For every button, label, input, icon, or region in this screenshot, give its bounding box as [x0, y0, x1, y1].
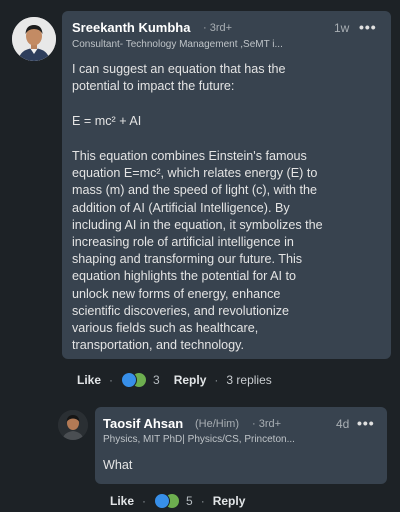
like-button[interactable]: Like: [110, 494, 134, 508]
text-line: shaping and transforming our future. Thi…: [72, 252, 303, 267]
text-line: This equation combines Einstein's famous: [72, 149, 307, 163]
connection-degree: · 3rd+: [203, 22, 233, 34]
reaction-count[interactable]: 5: [186, 494, 193, 508]
comment-equation: E = mc² + AI: [72, 113, 141, 130]
text-line: including AI in the equation, it symboli…: [72, 217, 323, 232]
reply-text: What: [103, 458, 133, 472]
author-headline: Consultant- Technology Management ,SeMT …: [72, 39, 283, 50]
timestamp: 4d: [336, 417, 350, 431]
text-line: various fields such as healthcare,: [72, 321, 259, 336]
reaction-count[interactable]: 3: [153, 373, 160, 387]
reply-actions: Like · 5 · Reply: [110, 493, 245, 509]
reactions-summary[interactable]: [121, 372, 148, 388]
reply-button[interactable]: Reply: [174, 373, 207, 387]
like-button[interactable]: Like: [77, 373, 101, 387]
text-line: equation E=mc², which relates energy (E)…: [72, 166, 318, 181]
comment-bubble: Sreekanth Kumbha · 3rd+ 1w ••• Consultan…: [62, 11, 391, 359]
more-options-icon[interactable]: •••: [357, 415, 375, 431]
avatar[interactable]: [12, 17, 56, 61]
separator: ·: [109, 373, 114, 387]
timestamp: 1w: [334, 21, 350, 35]
text-line: addition of AI (Artificial Intelligence)…: [72, 200, 290, 215]
separator: ·: [142, 494, 147, 508]
text-line: increasing role of artificial intelligen…: [72, 235, 294, 250]
author-pronouns: (He/Him): [195, 418, 239, 430]
author-name[interactable]: Sreekanth Kumbha: [72, 20, 190, 35]
profile-photo-icon: [12, 17, 56, 61]
profile-photo-icon: [58, 410, 88, 440]
like-icon: [154, 493, 171, 509]
text-line: E = mc² + AI: [72, 114, 142, 128]
text-line: I can suggest an equation that has the: [72, 62, 286, 76]
text-line: scientific discoveries, and revolutioniz…: [72, 303, 289, 318]
author-name[interactable]: Taosif Ahsan: [103, 416, 183, 431]
text-line: transportation, and technology.: [72, 338, 244, 353]
comment-actions: Like · 3 Reply · 3 replies: [77, 372, 272, 388]
view-replies-link[interactable]: 3 replies: [226, 373, 271, 387]
separator: ·: [200, 494, 205, 508]
text-line: mass (m) and the speed of light (c), wit…: [72, 183, 317, 198]
reply-button[interactable]: Reply: [213, 494, 246, 508]
avatar[interactable]: [58, 410, 88, 440]
comment-paragraph-body: This equation combines Einstein's famous…: [72, 148, 323, 354]
text-line: equation highlights the potential for AI…: [72, 269, 297, 284]
reactions-summary[interactable]: [154, 493, 181, 509]
more-options-icon[interactable]: •••: [359, 19, 377, 35]
text-line: unlock new forms of energy, enhance: [72, 286, 281, 301]
connection-degree: · 3rd+: [252, 418, 282, 430]
reply-bubble: Taosif Ahsan (He/Him) · 3rd+ 4d ••• Phys…: [95, 407, 387, 484]
comment-paragraph-intro: I can suggest an equation that has the p…: [72, 61, 286, 95]
author-headline: Physics, MIT PhD| Physics/CS, Princeton.…: [103, 434, 295, 445]
separator: ·: [214, 373, 219, 387]
like-icon: [121, 372, 138, 388]
text-line: potential to impact the future:: [72, 79, 235, 94]
